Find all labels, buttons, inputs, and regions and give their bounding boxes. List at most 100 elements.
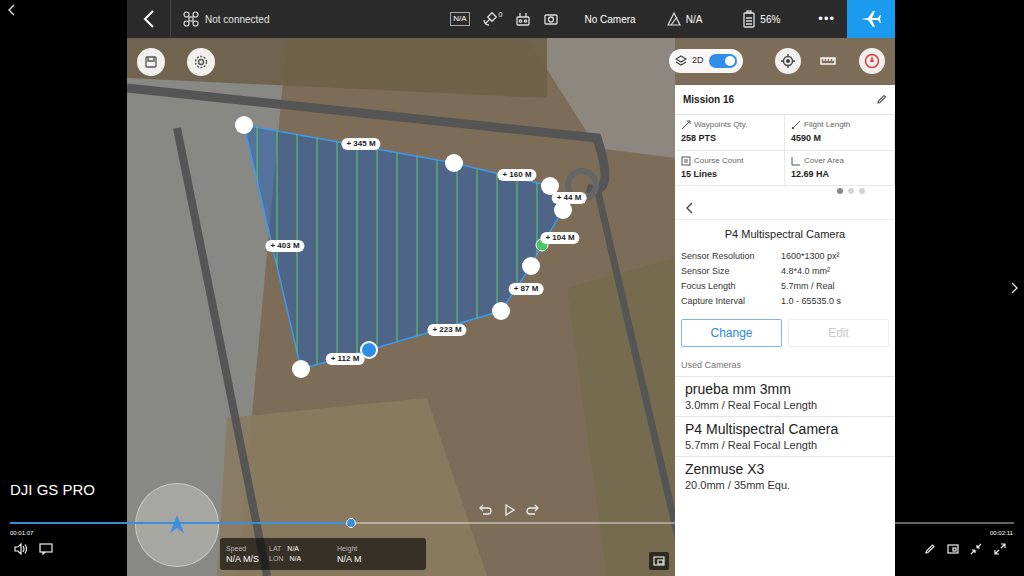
stat-label: Waypoints Qty. <box>694 119 747 131</box>
mission-stat: Waypoints Qty.258 PTS <box>675 115 785 151</box>
progress-track[interactable] <box>10 522 1014 524</box>
used-camera-item[interactable]: P4 Multispectral Camera5.7mm / Real Foca… <box>675 416 895 456</box>
undo-icon[interactable] <box>477 502 493 518</box>
area-vertex[interactable] <box>235 116 253 134</box>
settings-button[interactable] <box>187 48 215 76</box>
area-vertex[interactable] <box>522 257 540 275</box>
flight-lines <box>257 38 537 438</box>
change-button[interactable]: Change <box>681 319 782 347</box>
edit-icon[interactable] <box>924 543 936 555</box>
view-toggle[interactable]: 2D <box>669 49 743 73</box>
app-window: Not connected N/A 0 No Camera N/A 56% ••… <box>127 0 895 576</box>
next-arrow-icon[interactable] <box>1010 282 1020 294</box>
fullscreen-icon[interactable] <box>994 543 1006 555</box>
button-label: Change <box>710 324 752 342</box>
view-toggle-label: 2D <box>692 54 704 68</box>
spec-value: 1600*1300 px² <box>781 249 889 264</box>
layers-icon <box>675 55 687 67</box>
pencil-icon[interactable] <box>876 94 887 105</box>
spec-label: Focus Length <box>681 279 781 294</box>
video-title: DJI GS PRO <box>10 481 95 499</box>
compass-button[interactable] <box>859 48 885 74</box>
spec-row: Sensor Resolution1600*1300 px² <box>681 249 889 264</box>
stat-label-row: Course Count <box>681 155 778 167</box>
stat-label-row: Waypoints Qty. <box>681 119 778 131</box>
used-camera-item[interactable]: Zenmuse X320.0mm / 35mm Equ. <box>675 456 895 496</box>
duration-time: 00:02:11 <box>990 529 1013 538</box>
signal-status: N/A <box>686 12 703 27</box>
survey-area[interactable] <box>244 125 563 369</box>
stat-value: 258 PTS <box>681 132 778 146</box>
subtitles-icon[interactable] <box>39 543 53 555</box>
edit-button: Edit <box>788 319 889 347</box>
mission-title: Mission 16 <box>683 92 734 107</box>
page-dot[interactable] <box>837 188 843 194</box>
mission-stats: Waypoints Qty.258 PTSFlight Length4590 M… <box>675 115 895 186</box>
stat-label: Course Count <box>694 155 743 167</box>
map-list-button[interactable] <box>649 552 669 570</box>
stat-value: 4590 M <box>791 132 888 146</box>
save-icon <box>144 55 158 69</box>
drone-icon <box>183 11 199 27</box>
used-camera-item[interactable]: prueba mm 3mm3.0mm / Real Focal Length <box>675 376 895 416</box>
height-label: Height <box>337 544 362 554</box>
lon-value: N/A <box>289 554 301 564</box>
camera-actions: Change Edit <box>675 319 895 347</box>
stat-value: 15 Lines <box>681 168 778 182</box>
connection-status: Not connected <box>205 12 270 27</box>
edge-length-label: + 403 M <box>265 240 304 252</box>
spec-value: 4.8*4.0 mm² <box>781 264 889 279</box>
airplane-icon <box>860 10 882 28</box>
previous-arrow-icon[interactable] <box>6 4 16 16</box>
button-label: Edit <box>828 324 849 342</box>
speed-value: N/A M/S <box>226 554 259 564</box>
mission-stat: Cover Area12.69 HA <box>785 151 895 187</box>
progress-fill <box>10 522 351 524</box>
camera-icon <box>543 11 559 27</box>
camera-name: Zenmuse X3 <box>685 461 885 478</box>
edge-length-label: + 44 M <box>552 192 587 204</box>
measure-button[interactable] <box>815 48 841 74</box>
edge-length-label: + 104 M <box>540 232 579 244</box>
lon-label: LON <box>269 554 283 564</box>
edge-length-label: + 223 M <box>427 324 466 336</box>
redo-icon[interactable] <box>525 502 541 518</box>
area-vertex[interactable] <box>492 302 510 320</box>
spec-row: Capture Interval1.0 - 65535.0 s <box>681 294 889 309</box>
spec-value: 5.7mm / Real <box>781 279 889 294</box>
used-cameras-list: prueba mm 3mm3.0mm / Real Focal LengthP4… <box>675 376 895 496</box>
camera-title: P4 Multispectral Camera <box>675 220 895 249</box>
spec-label: Capture Interval <box>681 294 781 309</box>
window-icon <box>653 556 665 566</box>
edge-length-label: + 160 M <box>497 169 536 181</box>
area-vertex[interactable] <box>445 154 463 172</box>
more-button[interactable]: ••• <box>818 9 835 29</box>
road <box>597 188 687 576</box>
camera-focal-length: 5.7mm / Real Focal Length <box>685 438 885 452</box>
page-dot[interactable] <box>848 188 854 194</box>
aircraft-heading-icon <box>164 512 190 538</box>
satellite-icon <box>482 11 498 27</box>
stat-icon <box>791 156 801 166</box>
spec-label: Sensor Size <box>681 264 781 279</box>
stat-icon <box>681 156 691 166</box>
volume-icon[interactable] <box>14 543 28 555</box>
locate-button[interactable] <box>775 48 801 74</box>
play-icon[interactable] <box>501 502 517 518</box>
satellite-count: 0 <box>499 11 503 19</box>
screen-icon[interactable] <box>947 543 959 555</box>
save-button[interactable] <box>137 48 165 76</box>
map-view[interactable]: + 345 M+ 160 M+ 44 M+ 104 M+ 87 M+ 223 M… <box>127 38 895 576</box>
back-button[interactable] <box>127 0 171 38</box>
telemetry-panel: Speed N/A M/S LATN/A LONN/A Height N/A M <box>220 538 426 570</box>
area-vertex[interactable] <box>292 360 310 378</box>
page-dot[interactable] <box>859 188 865 194</box>
mission-panel: Mission 16 Waypoints Qty.258 PTSFlight L… <box>675 85 895 576</box>
fly-button[interactable] <box>847 0 895 38</box>
toggle-switch[interactable] <box>709 54 737 68</box>
mission-stat: Flight Length4590 M <box>785 115 895 151</box>
height-value: N/A M <box>337 554 362 564</box>
camera-back-button[interactable] <box>675 196 895 220</box>
camera-specs: Sensor Resolution1600*1300 px²Sensor Siz… <box>675 249 895 309</box>
shrink-icon[interactable] <box>970 543 982 555</box>
